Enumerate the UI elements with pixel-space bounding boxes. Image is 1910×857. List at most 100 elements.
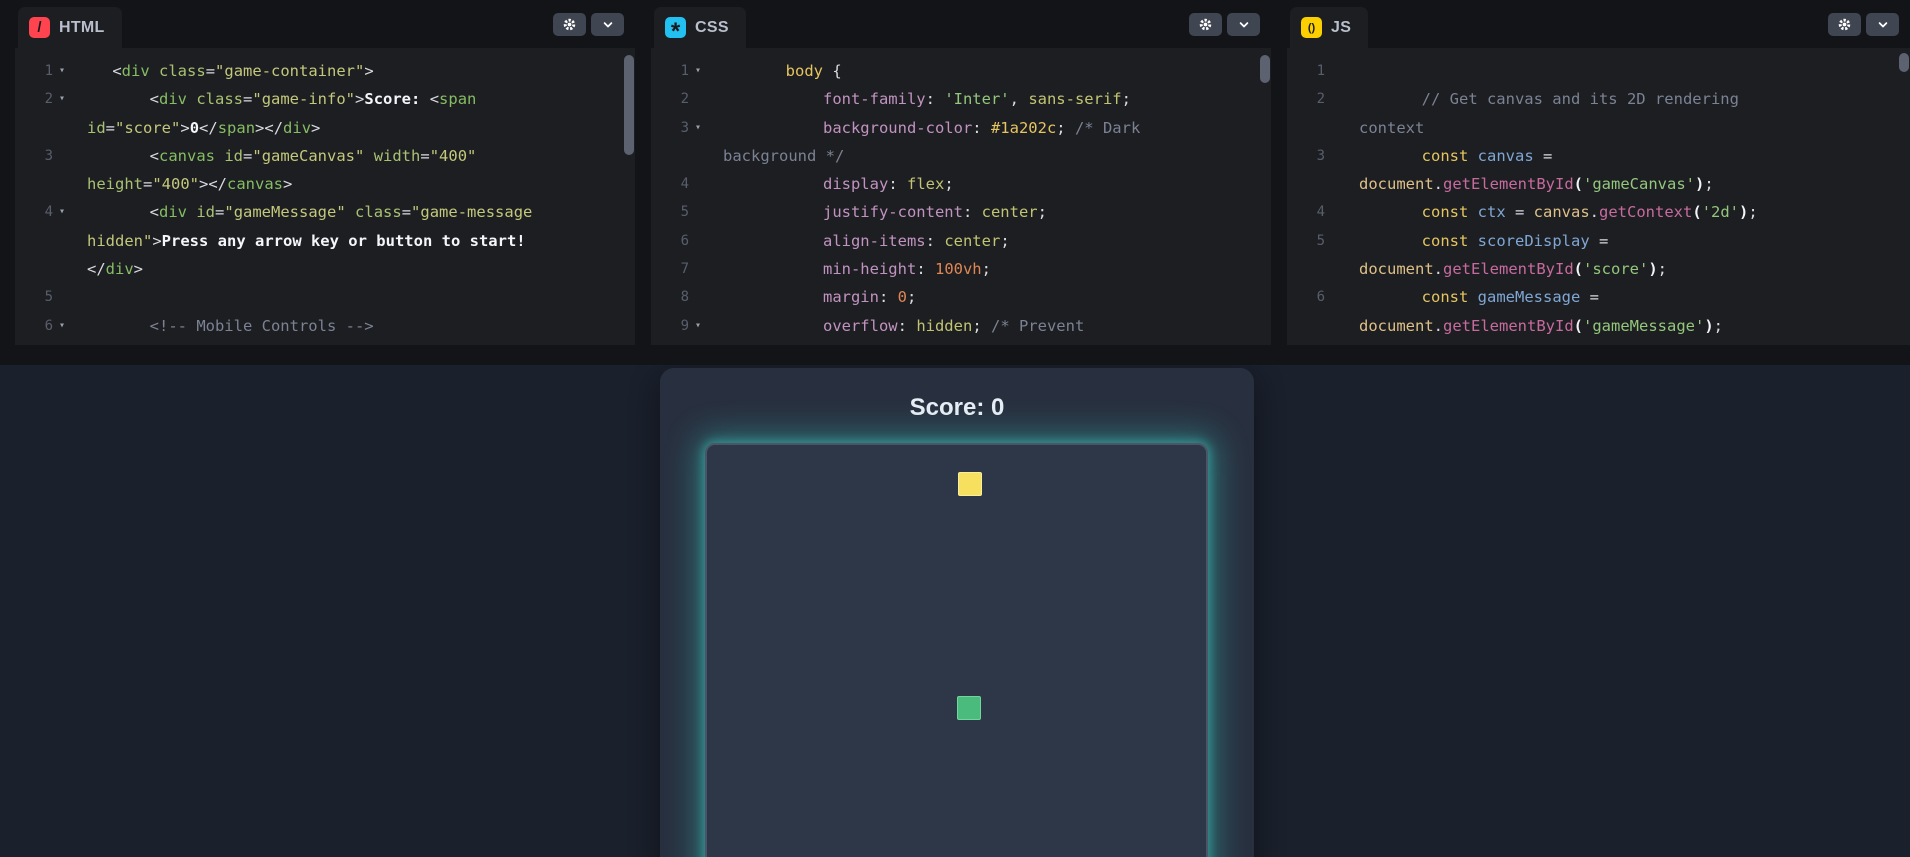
code-line[interactable]: 1 ▾ <div class="game-container"> — [15, 57, 635, 85]
fold-arrow-icon[interactable]: ▾ — [53, 85, 71, 113]
code-rows-html: 1 ▾ <div class="game-container"> 2 ▾ <div c… — [15, 48, 635, 345]
line-number — [1287, 170, 1325, 198]
panel-html: / HTML 1 ▾ <div class="game-container"> 2 ▾… — [15, 0, 635, 345]
code-line[interactable]: hidden">Press any arrow key or button to… — [15, 227, 635, 255]
editor-scrollbar-js[interactable] — [1899, 53, 1909, 72]
code-line[interactable]: 6 const gameMessage = — [1287, 283, 1910, 311]
code-editor-html[interactable]: 1 ▾ <div class="game-container"> 2 ▾ <div c… — [15, 48, 635, 345]
code-line[interactable]: 4 display: flex; — [651, 170, 1271, 198]
line-number: 7 — [680, 261, 689, 278]
code-text: height="400"></canvas> — [87, 175, 293, 194]
code-rows-css: 1 ▾ body {2 font-family: 'Inter', sans-se… — [651, 48, 1271, 345]
line-number: 3 — [680, 119, 689, 136]
editor-scrollbar-css[interactable] — [1260, 55, 1270, 83]
code-text: document.getElementById('gameMessage'); — [1359, 316, 1724, 335]
code-line[interactable]: 4 ▾ <div id="gameMessage" class="game-mes… — [15, 198, 635, 226]
fold-arrow-icon[interactable]: ▾ — [689, 114, 707, 142]
code-line[interactable]: 2 font-family: 'Inter', sans-serif; — [651, 85, 1271, 113]
code-line[interactable]: document.getElementById('gameCanvas'); — [1287, 170, 1910, 198]
code-editor-js[interactable]: 1 2 // Get canvas and its 2D rendering con… — [1287, 48, 1910, 345]
line-number: 2 — [1316, 91, 1325, 108]
code-line[interactable]: background */ — [651, 142, 1271, 170]
line-number: 2 — [680, 91, 689, 108]
line-number: 9 — [680, 317, 689, 334]
code-line[interactable]: 5 justify-content: center; — [651, 198, 1271, 226]
code-line[interactable]: context — [1287, 114, 1910, 142]
game-canvas[interactable] — [705, 443, 1208, 857]
gear-icon — [1199, 18, 1212, 31]
code-line[interactable]: 9 ▾ overflow: hidden; /* Prevent — [651, 312, 1271, 340]
editor-settings-button[interactable] — [1189, 13, 1222, 36]
code-text: <div id="gameMessage" class="game-messag… — [75, 203, 533, 222]
fold-arrow-icon[interactable]: ▾ — [689, 312, 707, 340]
gear-icon — [1838, 18, 1851, 31]
tab-html[interactable]: / HTML — [18, 7, 122, 48]
editor-settings-button[interactable] — [553, 13, 586, 36]
code-text: document.getElementById('score'); — [1359, 260, 1668, 279]
code-text: align-items: center; — [711, 231, 1010, 250]
fold-arrow-icon[interactable]: ▾ — [53, 198, 71, 226]
editor-scrollbar-html[interactable] — [624, 55, 634, 155]
code-line[interactable]: 8 margin: 0; — [651, 283, 1271, 311]
code-text: <div class="game-info">Score: <span — [75, 90, 477, 109]
code-line[interactable]: 2 ▾ <div class="game-info">Score: <span — [15, 85, 635, 113]
editor-settings-button[interactable] — [1828, 13, 1861, 36]
code-text: context — [1359, 118, 1425, 137]
line-number — [1287, 114, 1325, 142]
code-line[interactable]: 6 align-items: center; — [651, 227, 1271, 255]
code-line[interactable]: 5 const scoreDisplay = — [1287, 227, 1910, 255]
line-number: 8 — [680, 289, 689, 306]
code-line[interactable]: 3 const canvas = — [1287, 142, 1910, 170]
code-editor-css[interactable]: 1 ▾ body {2 font-family: 'Inter', sans-se… — [651, 48, 1271, 345]
line-number: 1 — [680, 63, 689, 79]
code-line[interactable]: 7 min-height: 100vh; — [651, 255, 1271, 283]
code-text: const gameMessage = — [1347, 288, 1599, 307]
code-line[interactable]: 2 // Get canvas and its 2D rendering — [1287, 85, 1910, 113]
code-line[interactable]: height="400"></canvas> — [15, 170, 635, 198]
fold-arrow-icon[interactable]: ▾ — [53, 312, 71, 340]
code-text: display: flex; — [711, 175, 954, 194]
panel-js: () JS 1 2 // Get canvas and its 2D render… — [1287, 0, 1910, 345]
line-number: 6 — [680, 232, 689, 249]
line-number: 1 — [44, 63, 53, 79]
tab-label: CSS — [695, 18, 729, 36]
line-number: 6 — [1316, 289, 1325, 306]
code-text: background */ — [723, 146, 845, 165]
food-square — [958, 472, 982, 496]
line-number: 4 — [1316, 204, 1325, 221]
collapse-editor-button[interactable] — [1866, 13, 1899, 36]
code-line[interactable]: 1 — [1287, 57, 1910, 85]
code-line[interactable]: 3 <canvas id="gameCanvas" width="400" — [15, 142, 635, 170]
code-line[interactable]: 5 — [15, 283, 635, 311]
code-line[interactable]: id="score">0</span></div> — [15, 114, 635, 142]
code-line[interactable]: document.getElementById('score'); — [1287, 255, 1910, 283]
code-line[interactable]: </div> — [15, 255, 635, 283]
tab-label: JS — [1331, 18, 1352, 36]
css-icon: * — [665, 17, 686, 43]
code-rows-js: 1 2 // Get canvas and its 2D rendering con… — [1287, 48, 1910, 345]
tab-js[interactable]: () JS — [1290, 7, 1369, 48]
fold-arrow-icon[interactable]: ▾ — [689, 57, 707, 85]
code-text: // Get canvas and its 2D rendering — [1347, 90, 1739, 109]
collapse-editor-button[interactable] — [1227, 13, 1260, 36]
fold-arrow-icon[interactable]: ▾ — [53, 57, 71, 85]
line-number: 3 — [44, 147, 53, 164]
panel-header-css: * CSS — [651, 0, 1271, 48]
code-line[interactable]: document.getElementById('gameMessage'); — [1287, 312, 1910, 340]
code-line[interactable]: 3 ▾ background-color: #1a202c; /* Dark — [651, 114, 1271, 142]
snake-segment — [957, 696, 981, 720]
code-text: hidden">Press any arrow key or button to… — [87, 231, 526, 250]
code-line[interactable]: 6 ▾ <!-- Mobile Controls --> — [15, 312, 635, 340]
tab-css[interactable]: * CSS — [654, 7, 746, 48]
line-number — [651, 142, 689, 170]
panel-actions — [1189, 13, 1260, 36]
code-line[interactable]: 1 ▾ body { — [651, 57, 1271, 85]
collapse-editor-button[interactable] — [591, 13, 624, 36]
js-icon: () — [1301, 17, 1322, 38]
code-line[interactable]: 4 const ctx = canvas.getContext('2d'); — [1287, 198, 1910, 226]
